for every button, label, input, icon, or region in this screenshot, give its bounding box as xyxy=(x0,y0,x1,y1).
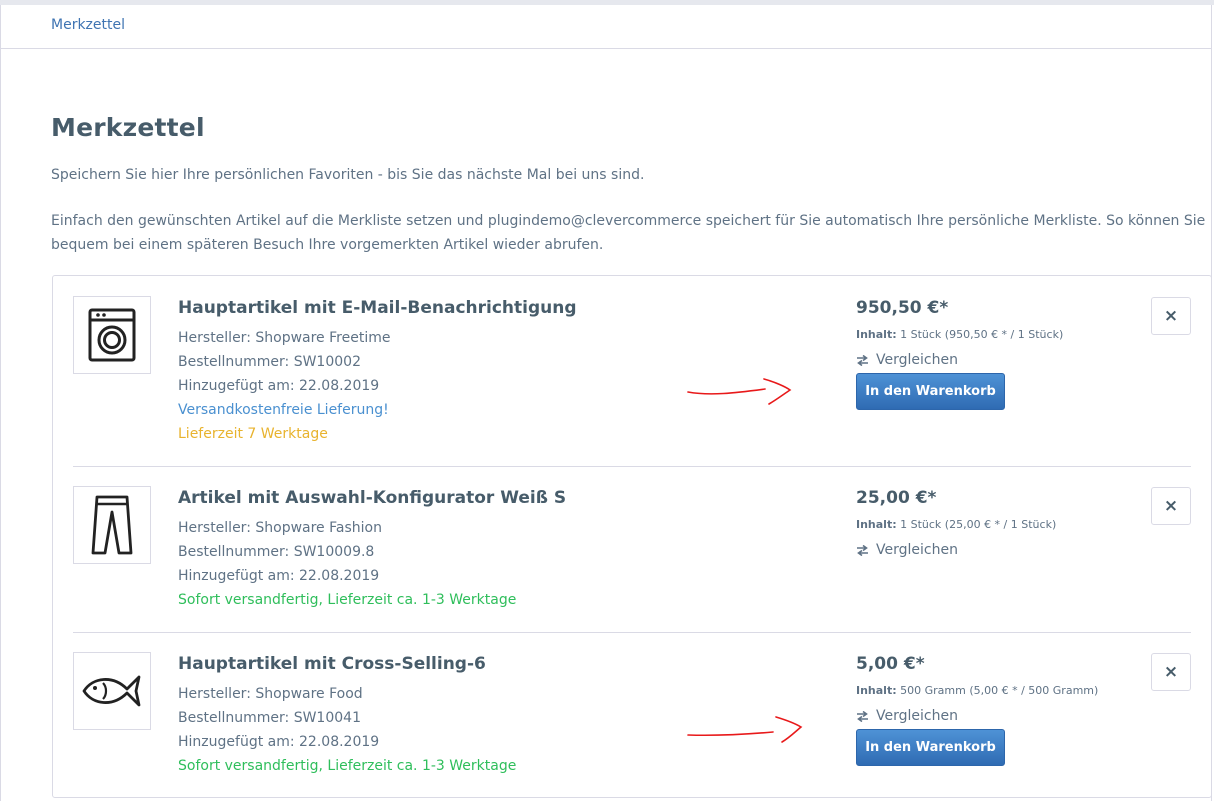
page-title: Merkzettel xyxy=(51,113,205,142)
add-to-cart-button[interactable]: In den Warenkorb xyxy=(856,729,1005,766)
wishlist-item: Hauptartikel mit Cross-Selling-6 Herstel… xyxy=(53,632,1211,798)
delivery-info: Sofort versandfertig, Lieferzeit ca. 1-3… xyxy=(178,758,517,774)
product-image[interactable] xyxy=(73,486,151,564)
washing-machine-icon xyxy=(88,308,136,362)
close-icon: × xyxy=(1163,662,1179,682)
product-price: 5,00 €* xyxy=(856,654,925,674)
breadcrumb-link-merkzettel[interactable]: Merkzettel xyxy=(51,17,125,33)
annotation-arrow-icon xyxy=(687,378,792,405)
added-date: Hinzugefügt am: 22.08.2019 xyxy=(178,568,380,584)
content-value: 500 Gramm (5,00 € * / 500 Gramm) xyxy=(900,684,1099,697)
compare-icon xyxy=(857,544,868,556)
fish-icon xyxy=(82,675,141,707)
product-name[interactable]: Hauptartikel mit E-Mail-Benachrichtigung xyxy=(178,298,577,318)
content-value: 1 Stück (950,50 € * / 1 Stück) xyxy=(900,328,1064,341)
order-number: Bestellnummer: SW10002 xyxy=(178,354,361,370)
manufacturer: Hersteller: Shopware Fashion xyxy=(178,520,382,536)
product-name[interactable]: Hauptartikel mit Cross-Selling-6 xyxy=(178,654,486,674)
product-details: Hersteller: Shopware Freetime Bestellnum… xyxy=(178,326,390,446)
order-number: Bestellnummer: SW10041 xyxy=(178,710,361,726)
compare-label: Vergleichen xyxy=(876,708,958,724)
compare-link[interactable]: Vergleichen xyxy=(856,708,958,724)
compare-label: Vergleichen xyxy=(876,542,958,558)
content-value: 1 Stück (25,00 € * / 1 Stück) xyxy=(900,518,1057,531)
product-price: 25,00 €* xyxy=(856,488,937,508)
content-info: Inhalt: 1 Stück (25,00 € * / 1 Stück) xyxy=(856,518,1056,531)
product-name[interactable]: Artikel mit Auswahl-Konfigurator Weiß S xyxy=(178,488,566,508)
compare-icon xyxy=(857,710,868,722)
compare-link[interactable]: Vergleichen xyxy=(856,352,958,368)
add-to-cart-button[interactable]: In den Warenkorb xyxy=(856,373,1005,410)
added-date: Hinzugefügt am: 22.08.2019 xyxy=(178,378,380,394)
delivery-info: Sofort versandfertig, Lieferzeit ca. 1-3… xyxy=(178,592,517,608)
order-number: Bestellnummer: SW10009.8 xyxy=(178,544,375,560)
trousers-icon xyxy=(91,495,133,555)
remove-button[interactable]: × xyxy=(1151,653,1191,691)
wishlist-item: Artikel mit Auswahl-Konfigurator Weiß S … xyxy=(53,466,1211,632)
delivery-info: Lieferzeit 7 Werktage xyxy=(178,426,328,442)
compare-label: Vergleichen xyxy=(876,352,958,368)
manufacturer: Hersteller: Shopware Freetime xyxy=(178,330,391,346)
page-container: Merkzettel Merkzettel Speichern Sie hier… xyxy=(0,5,1212,801)
close-icon: × xyxy=(1163,496,1179,516)
remove-button[interactable]: × xyxy=(1151,487,1191,525)
shipping-info: Versandkostenfreie Lieferung! xyxy=(178,402,389,418)
content-label: Inhalt: xyxy=(856,518,897,531)
manufacturer: Hersteller: Shopware Food xyxy=(178,686,363,702)
compare-icon xyxy=(857,354,868,366)
content-label: Inhalt: xyxy=(856,328,897,341)
product-details: Hersteller: Shopware Food Bestellnummer:… xyxy=(178,682,516,778)
product-image[interactable] xyxy=(73,296,151,374)
content-label: Inhalt: xyxy=(856,684,897,697)
annotation-arrow-icon xyxy=(687,716,803,743)
close-icon: × xyxy=(1163,306,1179,326)
product-details: Hersteller: Shopware Fashion Bestellnumm… xyxy=(178,516,516,612)
product-price: 950,50 €* xyxy=(856,298,949,318)
compare-link[interactable]: Vergleichen xyxy=(856,542,958,558)
breadcrumb: Merkzettel xyxy=(1,5,1212,49)
remove-button[interactable]: × xyxy=(1151,297,1191,335)
content-info: Inhalt: 500 Gramm (5,00 € * / 500 Gramm) xyxy=(856,684,1098,697)
content-info: Inhalt: 1 Stück (950,50 € * / 1 Stück) xyxy=(856,328,1063,341)
wishlist: Hauptartikel mit E-Mail-Benachrichtigung… xyxy=(52,275,1212,798)
intro-description: Einfach den gewünschten Artikel auf die … xyxy=(51,213,1206,253)
added-date: Hinzugefügt am: 22.08.2019 xyxy=(178,734,380,750)
wishlist-item: Hauptartikel mit E-Mail-Benachrichtigung… xyxy=(53,276,1211,466)
intro-text: Speichern Sie hier Ihre persönlichen Fav… xyxy=(51,167,645,183)
product-image[interactable] xyxy=(73,652,151,730)
